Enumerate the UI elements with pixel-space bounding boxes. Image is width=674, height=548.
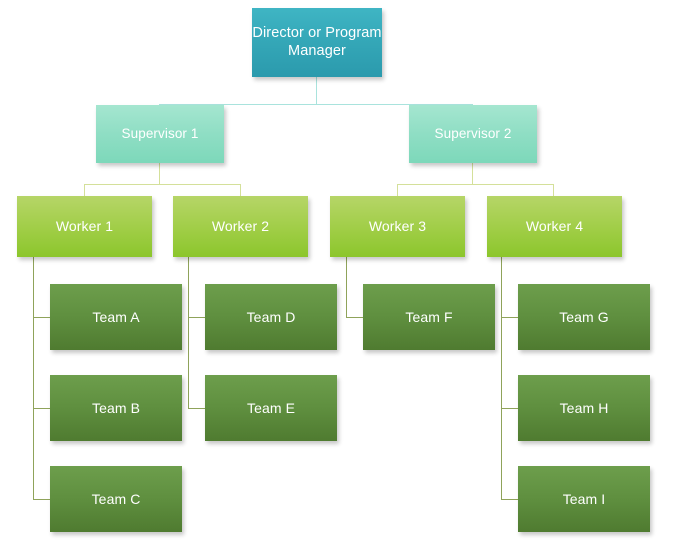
connector-worker-2-to-team-d [188, 317, 206, 318]
connector-worker-3-spine [346, 257, 347, 318]
node-team-h[interactable]: Team H [518, 375, 650, 441]
connector-supervisor-2-stem [472, 163, 473, 185]
node-team-f[interactable]: Team F [363, 284, 495, 350]
node-team-e[interactable]: Team E [205, 375, 337, 441]
connector-worker-4-to-team-h [501, 408, 519, 409]
node-worker-4[interactable]: Worker 4 [487, 196, 622, 257]
node-supervisor-1[interactable]: Supervisor 1 [96, 105, 224, 163]
connector-director-stem [316, 77, 317, 105]
node-team-b[interactable]: Team B [50, 375, 182, 441]
connector-worker-3-to-team-f [346, 317, 364, 318]
node-team-g[interactable]: Team G [518, 284, 650, 350]
node-worker-2[interactable]: Worker 2 [173, 196, 308, 257]
node-worker-1[interactable]: Worker 1 [17, 196, 152, 257]
node-team-i[interactable]: Team I [518, 466, 650, 532]
node-team-c[interactable]: Team C [50, 466, 182, 532]
node-director[interactable]: Director or Program Manager [252, 8, 382, 77]
node-supervisor-2[interactable]: Supervisor 2 [409, 105, 537, 163]
connector-worker-2-spine [188, 257, 189, 409]
node-worker-3[interactable]: Worker 3 [330, 196, 465, 257]
connector-worker-4-spine [501, 257, 502, 500]
connector-worker-1-to-team-c [33, 499, 51, 500]
connector-worker-1-spine [33, 257, 34, 500]
connector-worker-1-to-team-a [33, 317, 51, 318]
connector-supervisor-1-bus [84, 184, 241, 185]
connector-worker-1-to-team-b [33, 408, 51, 409]
connector-worker-4-to-team-i [501, 499, 519, 500]
connector-supervisor-2-bus [397, 184, 554, 185]
connector-supervisor-1-stem [159, 163, 160, 185]
connector-worker-2-to-team-e [188, 408, 206, 409]
node-team-a[interactable]: Team A [50, 284, 182, 350]
org-chart-canvas: Director or Program Manager Supervisor 1… [0, 0, 674, 548]
node-team-d[interactable]: Team D [205, 284, 337, 350]
connector-worker-4-to-team-g [501, 317, 519, 318]
